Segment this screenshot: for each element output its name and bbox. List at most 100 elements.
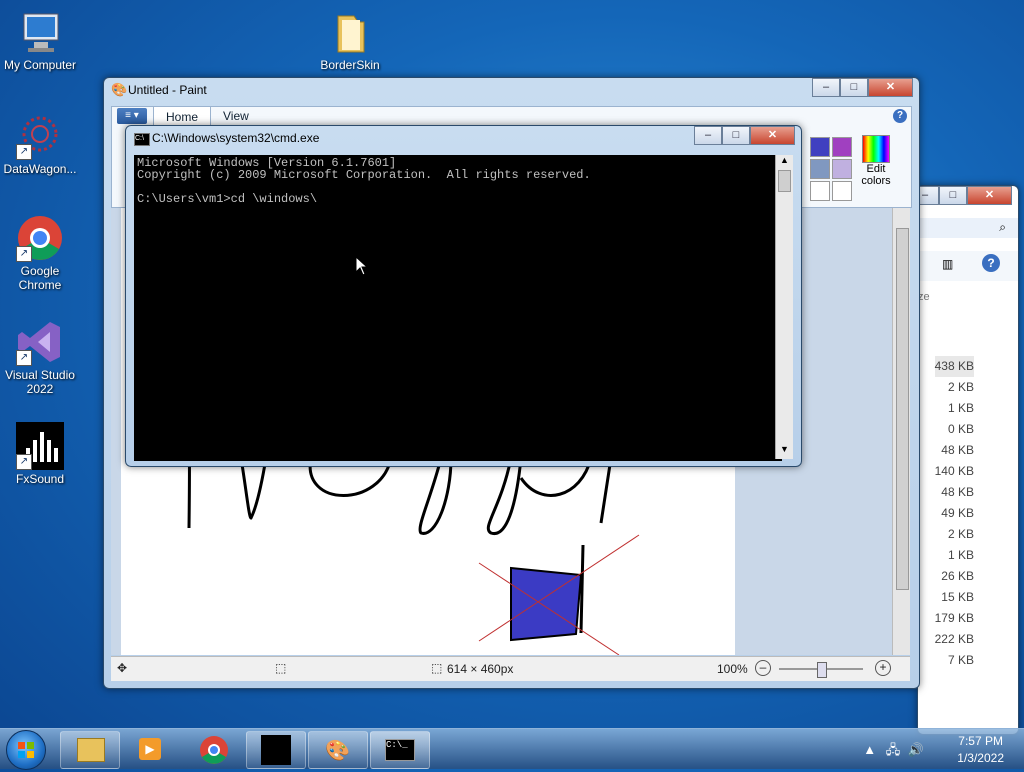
color-swatch[interactable] <box>810 159 830 179</box>
close-button[interactable]: ✕ <box>750 126 795 145</box>
mouse-cursor-icon <box>355 256 369 276</box>
desktop-icon-label: BorderSkin <box>320 58 380 72</box>
volume-icon[interactable]: 🔊 <box>908 742 924 757</box>
selection-size-icon: ⬚ <box>275 661 287 675</box>
taskbar-fxsound-button[interactable] <box>246 731 306 769</box>
color-swatch[interactable] <box>832 181 852 201</box>
file-size: 48 KB <box>941 485 974 499</box>
color-swatch[interactable] <box>832 159 852 179</box>
zoom-level: 100% <box>717 662 748 676</box>
chrome-icon <box>200 736 228 764</box>
desktop-icon-borderskin[interactable]: BorderSkin <box>310 8 390 72</box>
clock-time: 7:57 PM <box>958 734 1003 748</box>
window-controls: – □ ✕ <box>694 126 795 145</box>
app-icon: ↗ <box>16 112 64 160</box>
paint-menu-button[interactable]: ≡ ▾ <box>117 108 147 124</box>
taskbar-chrome-button[interactable] <box>184 731 244 769</box>
clock[interactable]: 7:57 PM 1/3/2022 <box>957 734 1004 765</box>
file-size: 48 KB <box>941 443 974 457</box>
preview-pane-icon[interactable]: ▥ <box>942 257 953 271</box>
shortcut-arrow-icon: ↗ <box>16 246 32 262</box>
scroll-up-button[interactable]: ▲ <box>776 155 793 170</box>
color-wheel-icon <box>862 135 890 163</box>
minimize-button[interactable]: – <box>812 78 840 97</box>
desktop-icon-label: Visual Studio 2022 <box>5 368 75 396</box>
maximize-button[interactable]: □ <box>939 186 967 205</box>
explorer-window[interactable]: – □ ✕ ⌕ ▥ ? ze 438 KB 2 KB 1 KB 0 KB 48 … <box>911 185 1019 735</box>
cmd-icon: C:\_ <box>385 739 415 761</box>
zoom-in-button[interactable]: + <box>875 660 891 676</box>
desktop-icon-datawagon[interactable]: ↗ DataWagon... <box>0 112 80 176</box>
windows-logo-icon <box>18 742 34 758</box>
network-icon[interactable]: 🖧 <box>886 742 901 757</box>
media-player-icon: ▶ <box>139 738 161 760</box>
tab-home[interactable]: Home <box>153 106 212 126</box>
file-size: 7 KB <box>947 653 974 667</box>
console-line: C:\Users\vm1>cd \windows\ <box>137 192 318 206</box>
window-controls: – □ ✕ <box>911 186 1012 205</box>
desktop-icon-label: FxSound <box>15 472 65 486</box>
ribbon-tabs: ≡ ▾ Home View <box>111 106 261 126</box>
color-swatch[interactable] <box>810 137 830 157</box>
taskbar-paint-button[interactable]: 🎨 <box>308 731 368 769</box>
edit-colors-button[interactable]: Edit colors <box>856 135 896 187</box>
window-title: C:\Windows\system32\cmd.exe <box>152 131 320 145</box>
scroll-thumb[interactable] <box>778 170 791 192</box>
close-button[interactable]: ✕ <box>868 78 913 97</box>
clock-date: 1/3/2022 <box>957 751 1004 765</box>
taskbar: ▶ 🎨 C:\_ ▲ 🖧 🔊 7:57 PM 1/3/2022 <box>0 728 1024 770</box>
computer-icon <box>16 8 64 56</box>
show-hidden-icons-button[interactable]: ▲ <box>863 742 876 757</box>
cmd-window[interactable]: C:\ C:\Windows\system32\cmd.exe – □ ✕ Mi… <box>125 125 802 467</box>
desktop-icon-label: Google Chrome <box>18 264 62 292</box>
file-size: 438 KB <box>934 356 974 377</box>
file-size: 1 KB <box>947 401 974 415</box>
tab-view[interactable]: View <box>211 106 261 126</box>
color-swatch[interactable] <box>810 181 830 201</box>
console-output[interactable]: Microsoft Windows [Version 6.1.7601] Copy… <box>134 155 782 461</box>
scroll-down-button[interactable]: ▼ <box>776 444 793 459</box>
shortcut-arrow-icon: ↗ <box>16 144 32 160</box>
taskbar-cmd-button[interactable]: C:\_ <box>370 731 430 769</box>
color-swatch[interactable] <box>832 137 852 157</box>
file-size: 2 KB <box>947 527 974 541</box>
edit-colors-label: Edit colors <box>861 163 891 187</box>
maximize-button[interactable]: □ <box>722 126 750 145</box>
maximize-button[interactable]: □ <box>840 78 868 97</box>
help-icon[interactable]: ? <box>982 254 1000 272</box>
help-icon[interactable]: ? <box>893 109 907 123</box>
desktop-icon-label: My Computer <box>3 58 77 72</box>
file-size: 0 KB <box>947 422 974 436</box>
search-bar[interactable]: ⌕ <box>918 218 1018 238</box>
zoom-slider-thumb[interactable] <box>817 662 827 678</box>
canvas-size-icon: ⬚ <box>431 661 443 675</box>
folder-icon <box>77 738 105 762</box>
paint-icon: 🎨 <box>325 740 350 762</box>
minimize-button[interactable]: – <box>694 126 722 145</box>
shortcut-arrow-icon: ↗ <box>16 350 32 366</box>
status-bar: ✥ ⬚ ⬚ 614 × 460px 100% – + <box>111 656 910 681</box>
fxsound-icon: ↗ <box>16 422 64 470</box>
visual-studio-icon: ↗ <box>16 318 64 366</box>
desktop-icon-chrome[interactable]: ↗ Google Chrome <box>0 214 80 292</box>
file-size: 49 KB <box>941 506 974 520</box>
search-icon: ⌕ <box>999 220 1006 234</box>
chrome-icon: ↗ <box>16 214 64 262</box>
taskbar-explorer-button[interactable] <box>60 731 120 769</box>
canvas-dimensions: 614 × 460px <box>447 662 514 676</box>
cursor-position-icon: ✥ <box>117 661 128 675</box>
desktop-icon-label: DataWagon... <box>3 162 77 176</box>
console-line: Copyright (c) 2009 Microsoft Corporation… <box>137 168 591 182</box>
taskbar-media-player-button[interactable]: ▶ <box>122 731 182 769</box>
zoom-out-button[interactable]: – <box>755 660 771 676</box>
desktop-icon-fxsound[interactable]: ↗ FxSound <box>0 422 80 486</box>
desktop-icon-visual-studio[interactable]: ↗ Visual Studio 2022 <box>0 318 80 396</box>
vertical-scrollbar[interactable] <box>892 208 910 655</box>
start-button[interactable] <box>6 730 46 770</box>
fxsound-icon <box>261 735 291 765</box>
scroll-thumb[interactable] <box>896 228 909 590</box>
desktop-icon-my-computer[interactable]: My Computer <box>0 8 80 72</box>
zoom-slider[interactable] <box>779 662 863 678</box>
close-button[interactable]: ✕ <box>967 186 1012 205</box>
console-scrollbar[interactable]: ▲ ▼ <box>775 155 793 459</box>
